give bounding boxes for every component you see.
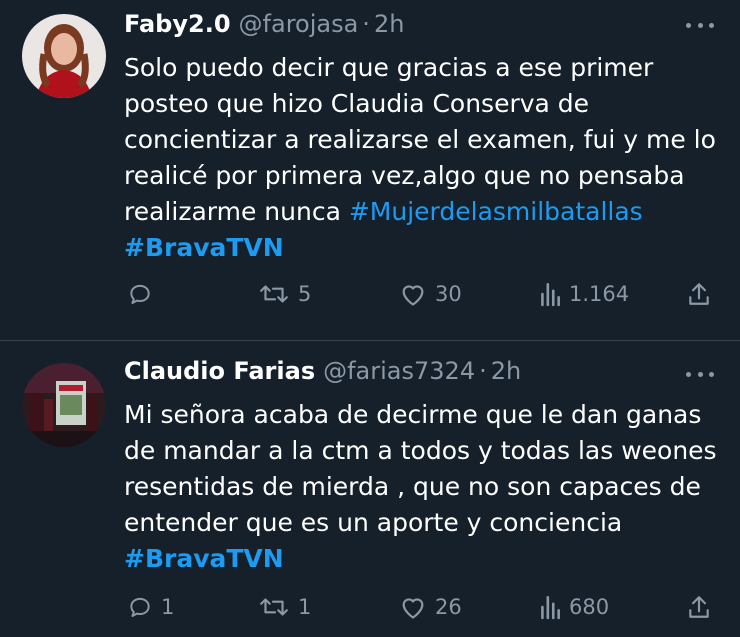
retweet-button[interactable]: 5: [258, 281, 311, 307]
retweet-count: 1: [298, 595, 312, 619]
retweet-button[interactable]: 1: [258, 594, 311, 620]
reply-button[interactable]: [127, 281, 161, 307]
tweet[interactable]: Faby2.0 @farojasa · 2h Solo puedo decir …: [0, 0, 740, 340]
author-handle[interactable]: @farojasa: [239, 10, 359, 38]
views-button[interactable]: 680: [539, 594, 609, 620]
share-icon: [689, 283, 709, 305]
more-icon[interactable]: [686, 369, 714, 379]
timestamp[interactable]: 2h: [491, 357, 521, 385]
share-icon: [689, 596, 709, 618]
views-button[interactable]: 1.164: [539, 281, 629, 307]
share-button[interactable]: [686, 594, 712, 620]
hashtag-link[interactable]: #BravaTVN: [124, 233, 284, 262]
view-count: 1.164: [569, 282, 630, 306]
tweet-text: Mi señora acaba de decirme que le dan ga…: [124, 397, 724, 577]
retweet-count: 5: [298, 282, 312, 306]
tweet-body: Mi señora acaba de decirme que le dan ga…: [124, 400, 717, 537]
like-icon: [402, 285, 424, 306]
tweet-actions: 1 1 26 680: [0, 594, 740, 624]
retweet-icon: [260, 285, 288, 303]
like-button[interactable]: 26: [399, 594, 462, 620]
separator-dot: ·: [479, 357, 487, 385]
like-count: 30: [435, 282, 462, 306]
avatar[interactable]: [22, 363, 106, 447]
hashtag-link[interactable]: #Mujerdelasmilbatallas: [349, 197, 643, 226]
tweet-actions: 5 30 1.164: [0, 281, 740, 311]
timestamp[interactable]: 2h: [374, 10, 404, 38]
share-button[interactable]: [686, 281, 712, 307]
reply-icon: [130, 284, 150, 304]
separator-dot: ·: [362, 10, 370, 38]
reply-icon: [130, 597, 150, 617]
hashtag-link[interactable]: #BravaTVN: [124, 544, 284, 573]
tweet[interactable]: Claudio Farias @farias7324 · 2h Mi señor…: [0, 341, 740, 637]
author-name[interactable]: Claudio Farias: [124, 357, 315, 385]
like-count: 26: [435, 595, 462, 619]
reply-count: 1: [161, 595, 175, 619]
like-icon: [402, 598, 424, 619]
author-handle[interactable]: @farias7324: [323, 357, 475, 385]
more-icon[interactable]: [686, 20, 714, 30]
author-name[interactable]: Faby2.0: [124, 10, 231, 38]
tweet-text: Solo puedo decir que gracias a ese prime…: [124, 50, 724, 266]
avatar[interactable]: [22, 14, 106, 98]
like-button[interactable]: 30: [399, 281, 462, 307]
views-icon: [541, 282, 560, 307]
reply-button[interactable]: 1: [127, 594, 174, 620]
view-count: 680: [569, 595, 610, 619]
views-icon: [541, 595, 560, 620]
retweet-icon: [260, 598, 288, 616]
